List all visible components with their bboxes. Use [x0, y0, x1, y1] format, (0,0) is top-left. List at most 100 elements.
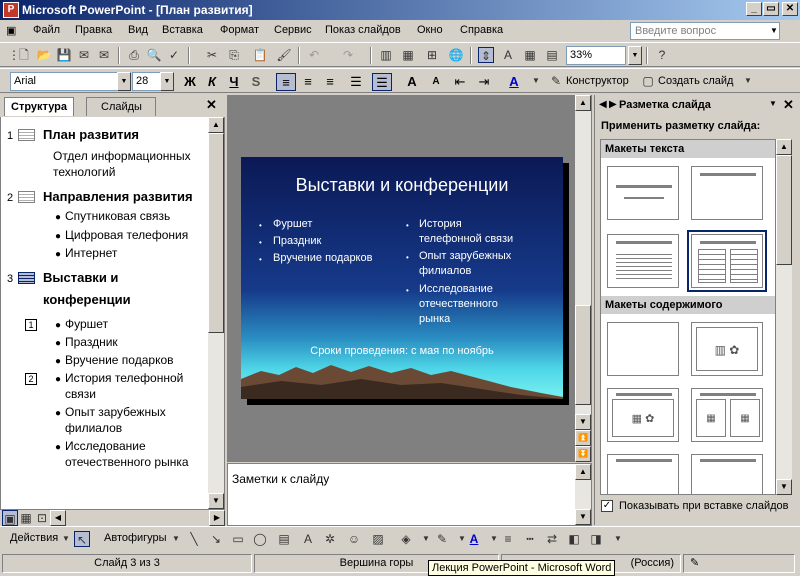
outline-bullet[interactable]: Праздник: [65, 335, 118, 349]
back-icon[interactable]: ◀: [599, 99, 607, 110]
minimize-button[interactable]: _: [746, 2, 762, 16]
open-folder-icon[interactable]: 📂: [36, 47, 52, 63]
spelling-icon[interactable]: ✓: [166, 47, 182, 63]
insert-table-icon[interactable]: ▦: [400, 47, 416, 63]
close-icon[interactable]: ✕: [206, 97, 217, 113]
copy-icon[interactable]: ⎘: [226, 47, 242, 63]
email-icon[interactable]: ✉: [96, 47, 112, 63]
slide-bullet-right[interactable]: Исследование: [419, 281, 493, 297]
chevron-down-icon[interactable]: ▼: [58, 531, 74, 547]
close-icon[interactable]: ✕: [783, 97, 794, 113]
menu-tools[interactable]: Сервис: [274, 24, 312, 36]
scroll-down-icon[interactable]: ▼: [776, 479, 792, 495]
underline-button[interactable]: Ч: [224, 73, 244, 91]
slide-bullet-right-cont[interactable]: отечественного: [419, 296, 498, 312]
menu-view[interactable]: Вид: [128, 24, 148, 36]
3d-style-icon[interactable]: ◨: [588, 531, 604, 547]
diagram-icon[interactable]: ✲: [322, 531, 338, 547]
align-center-button[interactable]: ≡: [298, 73, 318, 91]
layout-title-two-content[interactable]: ▦ ▦: [691, 388, 763, 442]
outline-scrollbar[interactable]: ▲ ▼: [208, 117, 224, 509]
scroll-up-icon[interactable]: ▲: [575, 95, 591, 111]
chevron-down-icon[interactable]: ▼: [168, 531, 184, 547]
layout-two-column-text[interactable]: [687, 230, 767, 292]
layout-title-content-alt[interactable]: [691, 454, 763, 494]
fill-color-icon[interactable]: ◈: [398, 531, 414, 547]
checkbox-icon[interactable]: ✓: [601, 500, 613, 513]
outline-text[interactable]: технологий: [53, 165, 115, 179]
chevron-down-icon[interactable]: ▼: [740, 73, 756, 89]
dash-style-icon[interactable]: ┅: [522, 531, 538, 547]
outline-bullet[interactable]: Опыт зарубежных: [65, 405, 166, 419]
redo-icon[interactable]: ↷: [340, 47, 356, 63]
chevron-down-icon[interactable]: ▼: [769, 99, 777, 108]
line-icon[interactable]: ╲: [186, 531, 202, 547]
increase-indent-button[interactable]: ⇥: [474, 73, 494, 91]
outline-bullet[interactable]: Вручение подарков: [65, 353, 174, 367]
textbox-icon[interactable]: ▤: [276, 531, 292, 547]
scroll-down-icon[interactable]: ▼: [208, 493, 224, 509]
italic-button[interactable]: К: [202, 73, 222, 91]
font-size-combo[interactable]: 28: [132, 72, 162, 91]
tab-slides[interactable]: Слайды: [86, 97, 156, 116]
scroll-thumb[interactable]: [776, 155, 792, 265]
close-button[interactable]: ✕: [782, 2, 798, 16]
font-color-button[interactable]: A: [504, 73, 524, 91]
shadow-button[interactable]: S: [246, 73, 266, 91]
scroll-down-icon[interactable]: ▼: [575, 509, 591, 525]
slide-bullet-right-cont[interactable]: филиалов: [419, 263, 471, 279]
scroll-thumb[interactable]: [575, 305, 591, 405]
previous-slide-icon[interactable]: ⏫: [575, 430, 591, 446]
new-slide-button[interactable]: Создать слайд: [658, 75, 733, 87]
scroll-down-icon[interactable]: ▼: [575, 414, 591, 430]
slide-bullet-right-cont[interactable]: рынка: [419, 311, 450, 327]
zoom-combo[interactable]: 33%: [566, 46, 626, 65]
wordart-icon[interactable]: A: [300, 531, 316, 547]
slide-bullet-right-cont[interactable]: телефонной связи: [419, 231, 513, 247]
outline-slide-title[interactable]: Направления развития: [43, 189, 193, 204]
show-on-insert-checkbox[interactable]: ✓ Показывать при вставке слайдов: [601, 500, 789, 513]
chevron-down-icon[interactable]: ▼: [418, 531, 434, 547]
bullets-button[interactable]: ☰: [372, 73, 392, 91]
new-document-icon[interactable]: 🗋: [16, 47, 32, 63]
slide-title[interactable]: Выставки и конференции: [241, 175, 563, 196]
layout-content[interactable]: ▥ ✿: [691, 322, 763, 376]
slide-bullet-left[interactable]: Фуршет: [273, 216, 312, 232]
clipart-icon[interactable]: ☺: [346, 531, 362, 547]
paste-icon[interactable]: 📋: [252, 47, 268, 63]
menu-format[interactable]: Формат: [220, 24, 259, 36]
next-slide-icon[interactable]: ⏬: [575, 446, 591, 462]
arrow-style-icon[interactable]: ⇄: [544, 531, 560, 547]
slide-sorter-icon[interactable]: ▦: [18, 510, 34, 526]
outline-text[interactable]: Отдел информационных: [53, 149, 191, 163]
outline-bullet-cont[interactable]: отечественного рынка: [65, 455, 189, 469]
expand-all-icon[interactable]: ⇕: [478, 47, 494, 63]
outline-bullet[interactable]: Спутниковая связь: [65, 209, 170, 223]
show-formatting-icon[interactable]: A: [500, 47, 516, 63]
scroll-up-icon[interactable]: ▲: [575, 464, 591, 480]
align-left-button[interactable]: ≡: [276, 73, 296, 91]
outline-slide-title[interactable]: конференции: [43, 292, 131, 307]
chevron-down-icon[interactable]: ▼: [610, 531, 626, 547]
chevron-down-icon[interactable]: ▼: [160, 72, 174, 91]
scroll-thumb[interactable]: [208, 133, 224, 333]
save-icon[interactable]: 💾: [56, 47, 72, 63]
insert-chart-icon[interactable]: ▥: [378, 47, 394, 63]
layout-blank[interactable]: [607, 322, 679, 376]
outline-bullet[interactable]: История телефонной: [65, 371, 183, 385]
layout-four-content[interactable]: [607, 454, 679, 494]
slide-bullet-right[interactable]: Опыт зарубежных: [419, 248, 511, 264]
scroll-up-icon[interactable]: ▲: [208, 117, 224, 133]
menu-edit[interactable]: Правка: [75, 24, 112, 36]
align-right-button[interactable]: ≡: [320, 73, 340, 91]
outline-bullet[interactable]: Цифровая телефония: [65, 228, 188, 242]
slide-icon[interactable]: [18, 191, 35, 203]
menu-help[interactable]: Справка: [460, 24, 503, 36]
maximize-button[interactable]: ▭: [763, 2, 779, 16]
menu-window[interactable]: Окно: [417, 24, 443, 36]
line-style-icon[interactable]: ≡: [500, 531, 516, 547]
layouts-scrollbar[interactable]: ▲ ▼: [776, 139, 792, 495]
arrow-icon[interactable]: ↘: [208, 531, 224, 547]
menu-slideshow[interactable]: Показ слайдов: [325, 24, 401, 36]
permission-icon[interactable]: ✉: [76, 47, 92, 63]
